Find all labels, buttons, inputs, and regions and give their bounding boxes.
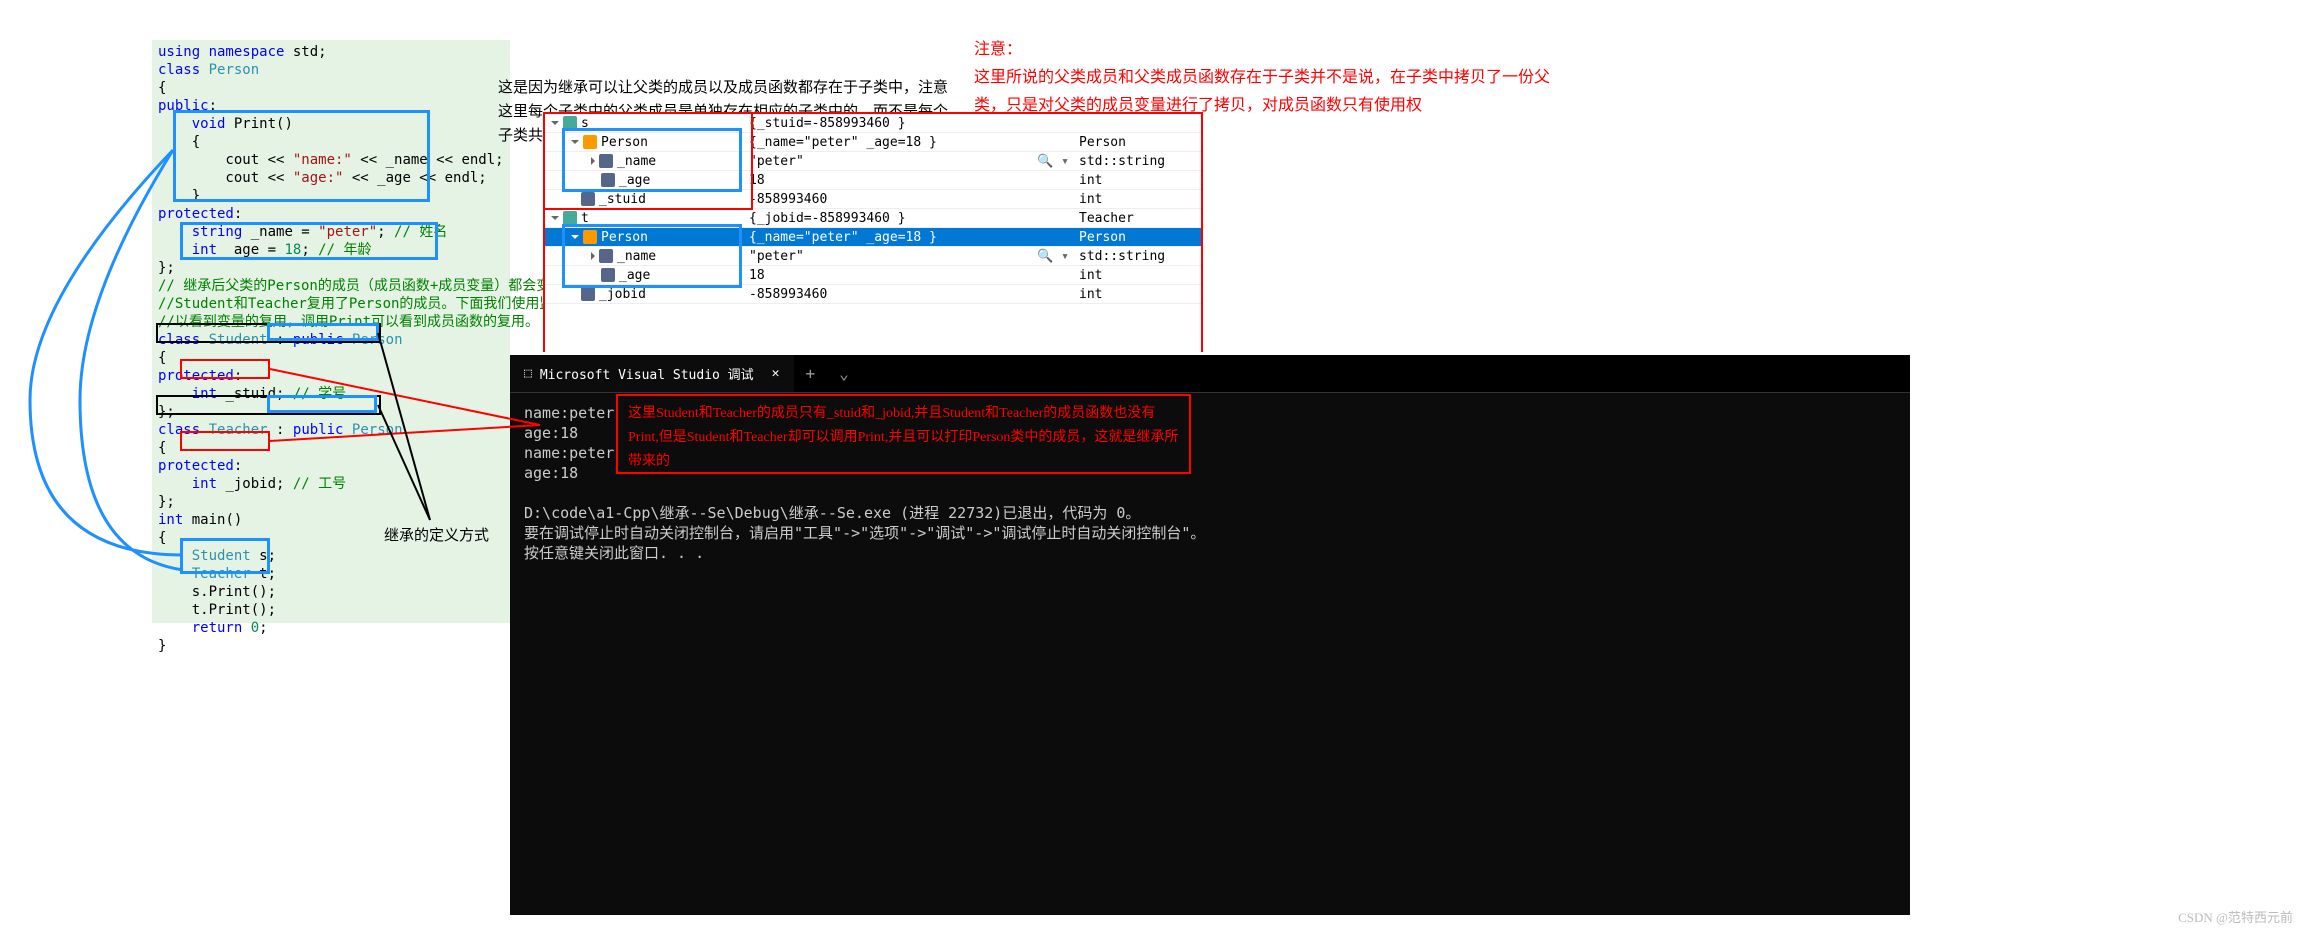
watermark: CSDN @范特西元前 [2178,907,2293,926]
blue-box-print [173,110,430,202]
blue-box-members [180,222,438,260]
code-line: using namespace std; [158,43,504,61]
magnifier-icon[interactable]: 🔍 ▾ [1037,154,1069,169]
terminal-exit-msg: D:\code\a1-Cpp\继承--Se\Debug\继承--Se.exe (… [524,503,1896,523]
red-box-stuid [180,359,270,379]
annotation-console: 这里Student和Teacher的成员只有_stuid和_jobid,并且St… [616,394,1191,474]
red-box-jobid [180,431,270,451]
close-icon[interactable]: ✕ [772,366,780,381]
new-tab-button[interactable]: + [794,364,828,383]
terminal-prompt: 按任意键关闭此窗口. . . [524,543,1896,563]
vs-icon: ⬚ [524,366,532,381]
terminal-hint: 要在调试停止时自动关闭控制台，请启用"工具"->"选项"->"调试"->"调试停… [524,523,1896,543]
blue-box-watch-t [562,224,742,288]
magnifier-icon[interactable]: 🔍 ▾ [1037,249,1069,264]
terminal-tabs[interactable]: ⬚Microsoft Visual Studio 调试✕ + ⌄ [510,355,1910,393]
blue-box-public-person [267,323,379,341]
terminal-tab[interactable]: ⬚Microsoft Visual Studio 调试✕ [510,355,794,392]
blue-box-public-person2 [267,395,377,413]
blue-box-prints [180,538,270,574]
note-text: 注意： 这里所说的父类成员和父类成员函数存在于子类并不是说，在子类中拷贝了一份父… [974,36,1564,120]
annotation-inherit-label: 继承的定义方式 [384,524,489,545]
tab-dropdown-icon[interactable]: ⌄ [827,364,861,383]
red-box-watch-top [543,112,753,210]
